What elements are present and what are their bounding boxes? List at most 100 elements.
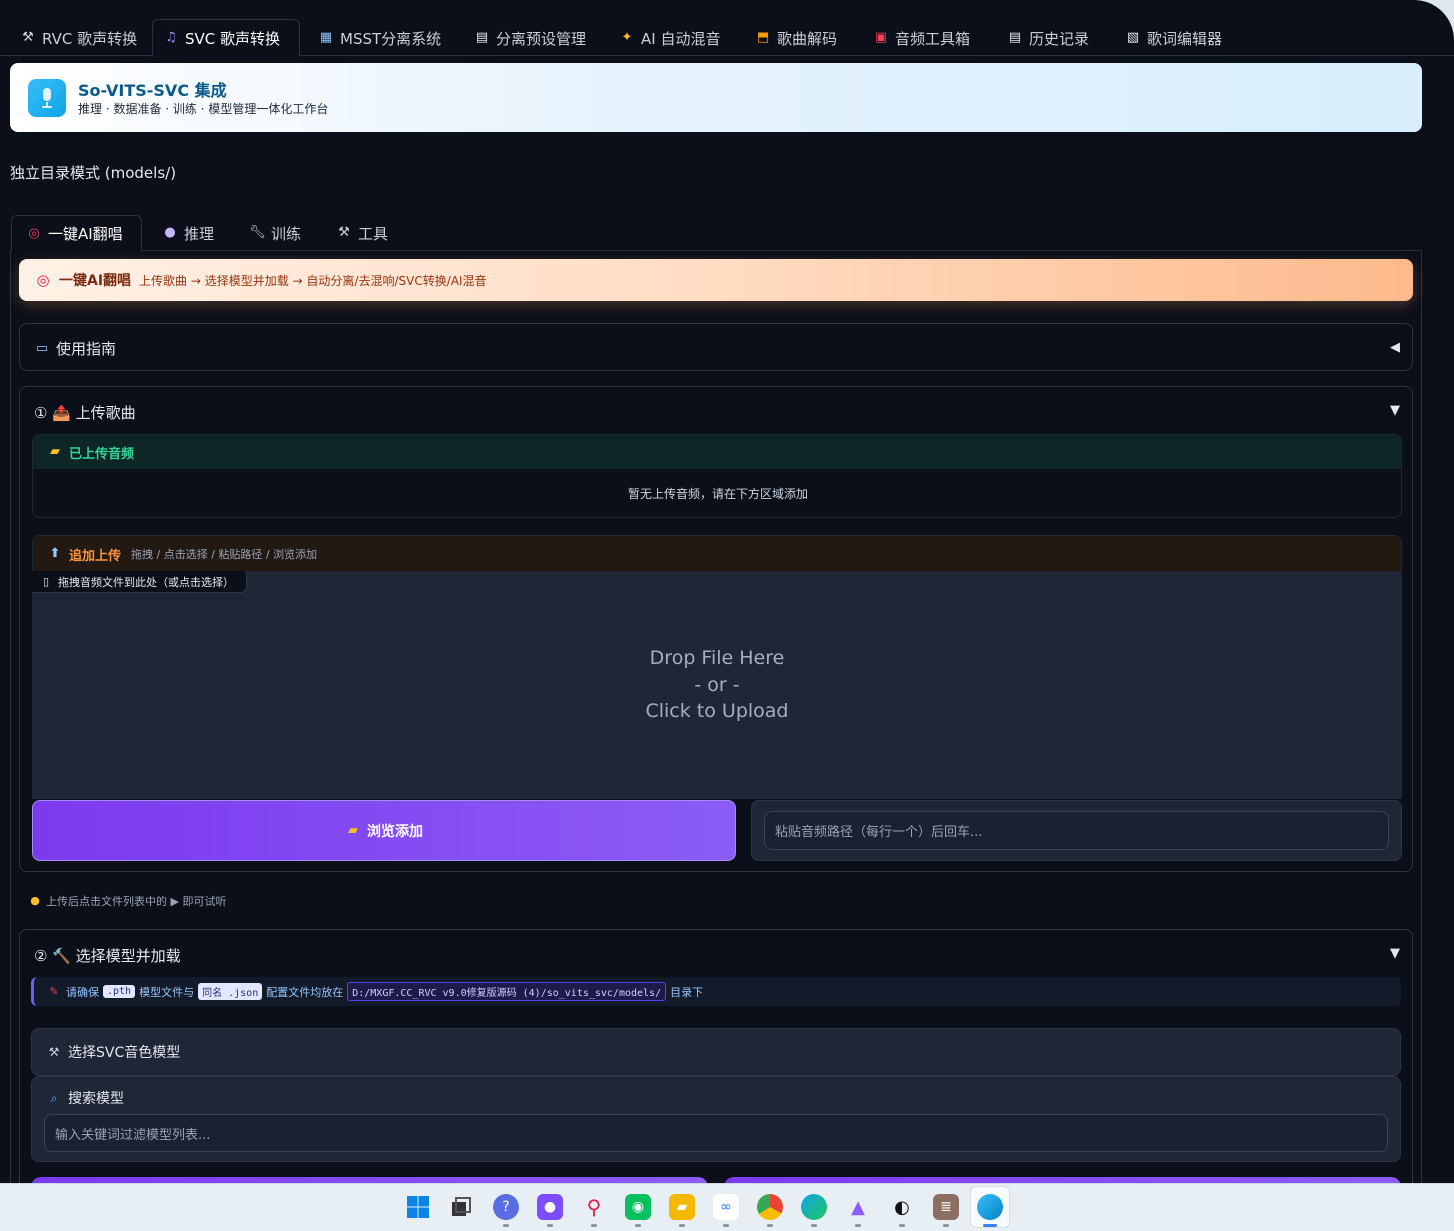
running-indicator [943,1224,949,1227]
model-search-label: 搜索模型 [68,1091,124,1107]
running-indicator [855,1224,861,1227]
grid-icon: ▦ [319,30,333,45]
wand-icon: ⚒ [22,30,34,45]
guide-accordion[interactable]: ▭ 使用指南 ◀ [19,323,1413,371]
add-upload-header: ⬆ 追加上传 拖拽 / 点击选择 / 粘贴路径 / 浏览添加 [33,536,1401,571]
dropzone-text: Drop File Here - or - Click to Upload [32,645,1402,725]
copilot-icon[interactable]: ? [493,1194,519,1220]
qq-icon[interactable]: ◐ [889,1194,915,1220]
target-icon: ◎ [28,225,40,241]
caret-down-icon[interactable]: ▼ [1390,403,1400,418]
tab-msst[interactable]: ▦ MSST分离系统 [308,20,451,56]
notice-text: 配置文件均放在 [266,985,344,999]
tab-label: RVC 歌声转换 [42,29,138,48]
folder-icon: ▰ [50,444,60,459]
tab-rvc[interactable]: ⚒ RVC 歌声转换 [10,20,147,56]
path-input[interactable]: 粘贴音频路径（每行一个）后回车... [764,811,1389,850]
windows-start-icon[interactable] [405,1194,431,1220]
tab-toolbox[interactable]: ▣ 音频工具箱 [863,20,980,56]
upload-header[interactable]: ① 📤 上传歌曲 [34,402,136,423]
tab-label: 歌曲解码 [777,29,838,48]
taskbar: ? ● ⚲ ◉ ▰ ∞ ▲ ◐ ≣ [0,1183,1454,1231]
file-dropzone[interactable]: ▯ 拖拽音频文件到此处（或点击选择） Drop File Here - or -… [32,571,1402,799]
tab-preset[interactable]: ▤ 分离预设管理 [464,20,596,56]
tab-label: AI 自动混音 [641,29,721,48]
model-search-title: ⌕ 搜索模型 [46,1088,124,1108]
running-indicator [679,1224,685,1227]
subtab-train[interactable]: 🔧︎ 训练 [235,215,315,251]
tab-label: MSST分离系统 [340,29,442,48]
subtab-inference[interactable]: ● 推理 [148,215,228,251]
target-icon: ◎ [36,271,50,289]
sparkle-icon: ✦ [621,30,633,45]
running-indicator [547,1224,553,1227]
running-indicator [899,1224,905,1227]
svc-model-select-label: 选择SVC音色模型 [68,1045,181,1061]
uploaded-header: ▰ 已上传音频 [33,435,1401,469]
uploaded-empty-text: 暂无上传音频，请在下方区域添加 [627,487,808,501]
app-icon-2[interactable]: ▲ [845,1194,871,1220]
tab-lyrics[interactable]: ▧ 歌词编辑器 [1115,20,1232,56]
svc-model-select[interactable]: ⚒ 选择SVC音色模型 [31,1028,1401,1076]
add-upload-hint: 拖拽 / 点击选择 / 粘贴路径 / 浏览添加 [131,548,318,561]
mode-text: 独立目录模式 (models/) [10,164,177,182]
running-indicator [811,1224,817,1227]
document-icon: ▤ [1008,30,1022,45]
tab-history[interactable]: ▤ 历史记录 [997,20,1099,56]
tab-label: 一键AI翻唱 [48,225,123,243]
task-view-icon[interactable] [448,1194,474,1220]
model-search-input[interactable]: 输入关键词过滤模型列表... [44,1114,1388,1152]
microphone-icon [28,79,66,117]
subtab-tools[interactable]: ⚒ 工具 [322,215,402,251]
app-icon[interactable]: ● [537,1194,563,1220]
browse-add-button[interactable]: ▰ 浏览添加 [32,800,736,861]
model-header[interactable]: ② 🔨 选择模型并加载 [34,945,181,966]
app-window: ⚒ RVC 歌声转换 ♫ SVC 歌声转换 ▦ MSST分离系统 ▤ 分离预设管… [0,0,1454,1231]
running-indicator [591,1224,597,1227]
tab-svc[interactable]: ♫ SVC 歌声转换 [152,19,300,57]
one-click-title: 一键AI翻唱 [59,273,132,289]
search-app-icon[interactable]: ⚲ [581,1194,607,1220]
path-input-container: 粘贴音频路径（每行一个）后回车... [751,800,1402,861]
caret-down-icon[interactable]: ▼ [1390,946,1400,961]
model-search-block: ⌕ 搜索模型 输入关键词过滤模型列表... [31,1076,1401,1162]
top-tab-bar: ⚒ RVC 歌声转换 ♫ SVC 歌声转换 ▦ MSST分离系统 ▤ 分离预设管… [0,0,1454,57]
chrome-icon[interactable] [757,1194,783,1220]
notice-text: 请确保 [66,985,99,999]
tab-label: 歌词编辑器 [1147,29,1223,48]
search-icon: ⌕ [50,1091,58,1105]
app-icon-3[interactable]: ≣ [933,1194,959,1220]
hammer-icon: ⚒ [48,1045,60,1059]
running-indicator [767,1224,773,1227]
lyrics-icon: ▧ [1126,30,1140,45]
drop-line-3: Click to Upload [645,700,789,722]
clipboard-icon: ▤ [475,30,489,45]
edge-icon[interactable] [801,1194,827,1220]
baidu-netdisk-icon[interactable]: ∞ [713,1194,739,1220]
model-title: ② 🔨 选择模型并加载 [34,947,181,965]
guide-header[interactable]: ▭ 使用指南 [34,338,116,359]
notice-code: .pth [103,985,136,998]
caret-left-icon[interactable]: ◀ [1390,340,1400,355]
tab-decode[interactable]: ⬒ 歌曲解码 [745,20,847,56]
tools-icon: ⚒ [338,225,350,240]
file-explorer-icon[interactable]: ▰ [669,1194,695,1220]
active-app-icon[interactable] [977,1194,1003,1220]
running-indicator [635,1224,641,1227]
uploaded-header-label: 已上传音频 [69,446,135,462]
notice-text: 目录下 [670,985,704,999]
wechat-icon[interactable]: ◉ [625,1194,651,1220]
tab-label: 推理 [184,224,215,243]
browse-add-label: 浏览添加 [367,823,423,840]
drop-line-1: Drop File Here [649,647,785,669]
tab-label: SVC 歌声转换 [185,29,281,48]
banner-title: So-VITS-SVC 集成 [78,81,227,100]
file-icon: ▯ [42,574,50,588]
tab-ai-mix[interactable]: ✦ AI 自动混音 [609,20,730,56]
music-note-icon: ♫ [165,30,177,45]
uploaded-panel: ▰ 已上传音频 暂无上传音频，请在下方区域添加 [32,434,1402,518]
crystal-ball-icon: ● [164,225,176,240]
one-click-subtitle: 上传歌曲 → 选择模型并加载 → 自动分离/去混响/SVC转换/AI混音 [139,273,487,288]
subtab-one-click[interactable]: ◎ 一键AI翻唱 [11,215,142,252]
folder-icon: ▰ [348,822,358,838]
